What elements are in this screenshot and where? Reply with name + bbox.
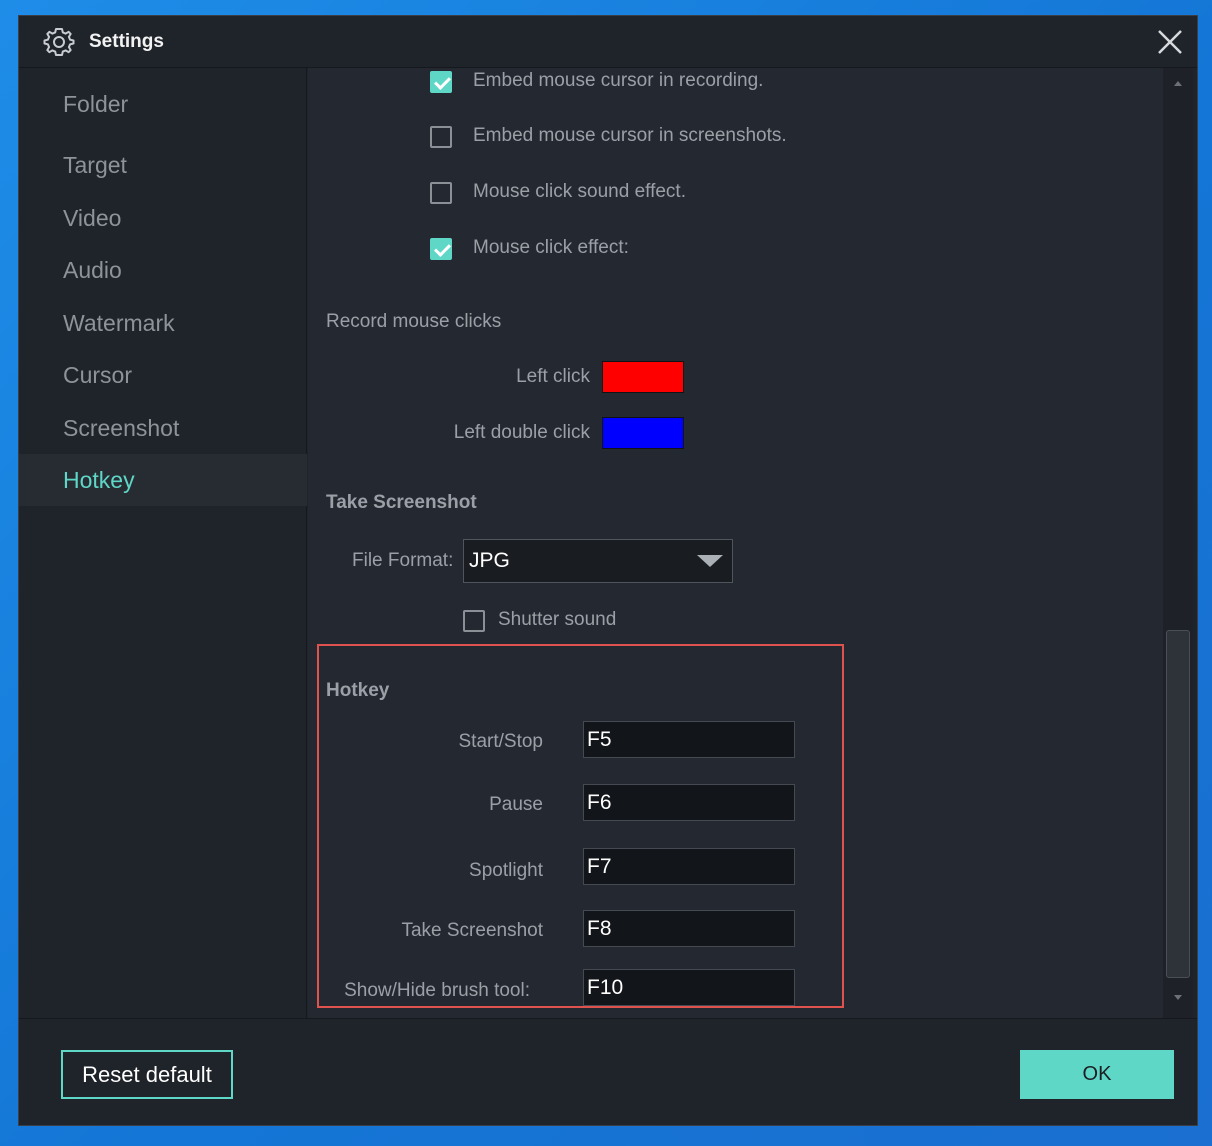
- hotkey-brush-tool-label: Show/Hide brush tool:: [344, 980, 530, 1001]
- file-format-label: File Format:: [352, 550, 454, 571]
- hotkey-brush-tool-input[interactable]: F10: [583, 969, 795, 1006]
- embed-cursor-recording-checkbox[interactable]: [430, 71, 452, 93]
- record-mouse-clicks-label: Record mouse clicks: [326, 311, 502, 332]
- embed-cursor-screenshots-checkbox[interactable]: [430, 126, 452, 148]
- window-title: Settings: [89, 31, 164, 52]
- embed-cursor-screenshots-label: Embed mouse cursor in screenshots.: [473, 125, 787, 146]
- sidebar-item-cursor[interactable]: Cursor: [19, 349, 307, 401]
- hotkey-section-title: Hotkey: [326, 680, 390, 701]
- sidebar-item-video[interactable]: Video: [19, 192, 307, 244]
- left-double-click-color-swatch[interactable]: [602, 417, 684, 449]
- hotkey-take-screenshot-input[interactable]: F8: [583, 910, 795, 947]
- settings-window: Settings Folder Target Video Audio Water…: [18, 15, 1198, 1126]
- content-scrollbar[interactable]: [1163, 68, 1193, 1018]
- sidebar-item-watermark[interactable]: Watermark: [19, 297, 307, 349]
- chevron-down-icon: [697, 555, 723, 567]
- sidebar-item-audio[interactable]: Audio: [19, 244, 307, 296]
- sidebar-item-folder[interactable]: Folder: [19, 78, 307, 130]
- sidebar-item-screenshot[interactable]: Screenshot: [19, 402, 307, 454]
- left-click-color-swatch[interactable]: [602, 361, 684, 393]
- gear-icon: [43, 28, 75, 56]
- hotkey-pause-label: Pause: [489, 794, 543, 815]
- hotkey-start-stop-label: Start/Stop: [458, 731, 544, 752]
- hotkey-pause-input[interactable]: F6: [583, 784, 795, 821]
- title-bar: Settings: [19, 16, 1197, 68]
- hotkey-spotlight-input[interactable]: F7: [583, 848, 795, 885]
- scroll-down-icon[interactable]: [1174, 995, 1182, 1000]
- reset-default-button[interactable]: Reset default: [61, 1050, 233, 1099]
- ok-button[interactable]: OK: [1020, 1050, 1174, 1099]
- shutter-sound-checkbox[interactable]: [463, 610, 485, 632]
- settings-sidebar: Folder Target Video Audio Watermark Curs…: [19, 68, 307, 1018]
- click-effect-label: Mouse click effect:: [473, 237, 629, 258]
- hotkey-take-screenshot-label: Take Screenshot: [401, 920, 543, 941]
- take-screenshot-section-title: Take Screenshot: [326, 492, 477, 513]
- click-effect-checkbox[interactable]: [430, 238, 452, 260]
- scrollbar-thumb[interactable]: [1166, 630, 1190, 978]
- shutter-sound-label: Shutter sound: [498, 609, 617, 630]
- file-format-select[interactable]: JPG: [463, 539, 733, 583]
- scroll-up-icon[interactable]: [1174, 81, 1182, 86]
- hotkey-start-stop-input[interactable]: F5: [583, 721, 795, 758]
- embed-cursor-recording-label: Embed mouse cursor in recording.: [473, 70, 764, 91]
- click-sound-label: Mouse click sound effect.: [473, 181, 686, 202]
- settings-content: Embed mouse cursor in recording. Embed m…: [308, 68, 1163, 1018]
- close-icon[interactable]: [1155, 27, 1185, 57]
- sidebar-item-hotkey[interactable]: Hotkey: [19, 454, 307, 506]
- file-format-value: JPG: [469, 549, 510, 572]
- left-double-click-label: Left double click: [453, 422, 590, 443]
- click-sound-checkbox[interactable]: [430, 182, 452, 204]
- dialog-footer: Reset default OK: [19, 1018, 1197, 1125]
- sidebar-item-target[interactable]: Target: [19, 139, 307, 191]
- left-click-label: Left click: [516, 366, 590, 387]
- hotkey-spotlight-label: Spotlight: [469, 860, 543, 881]
